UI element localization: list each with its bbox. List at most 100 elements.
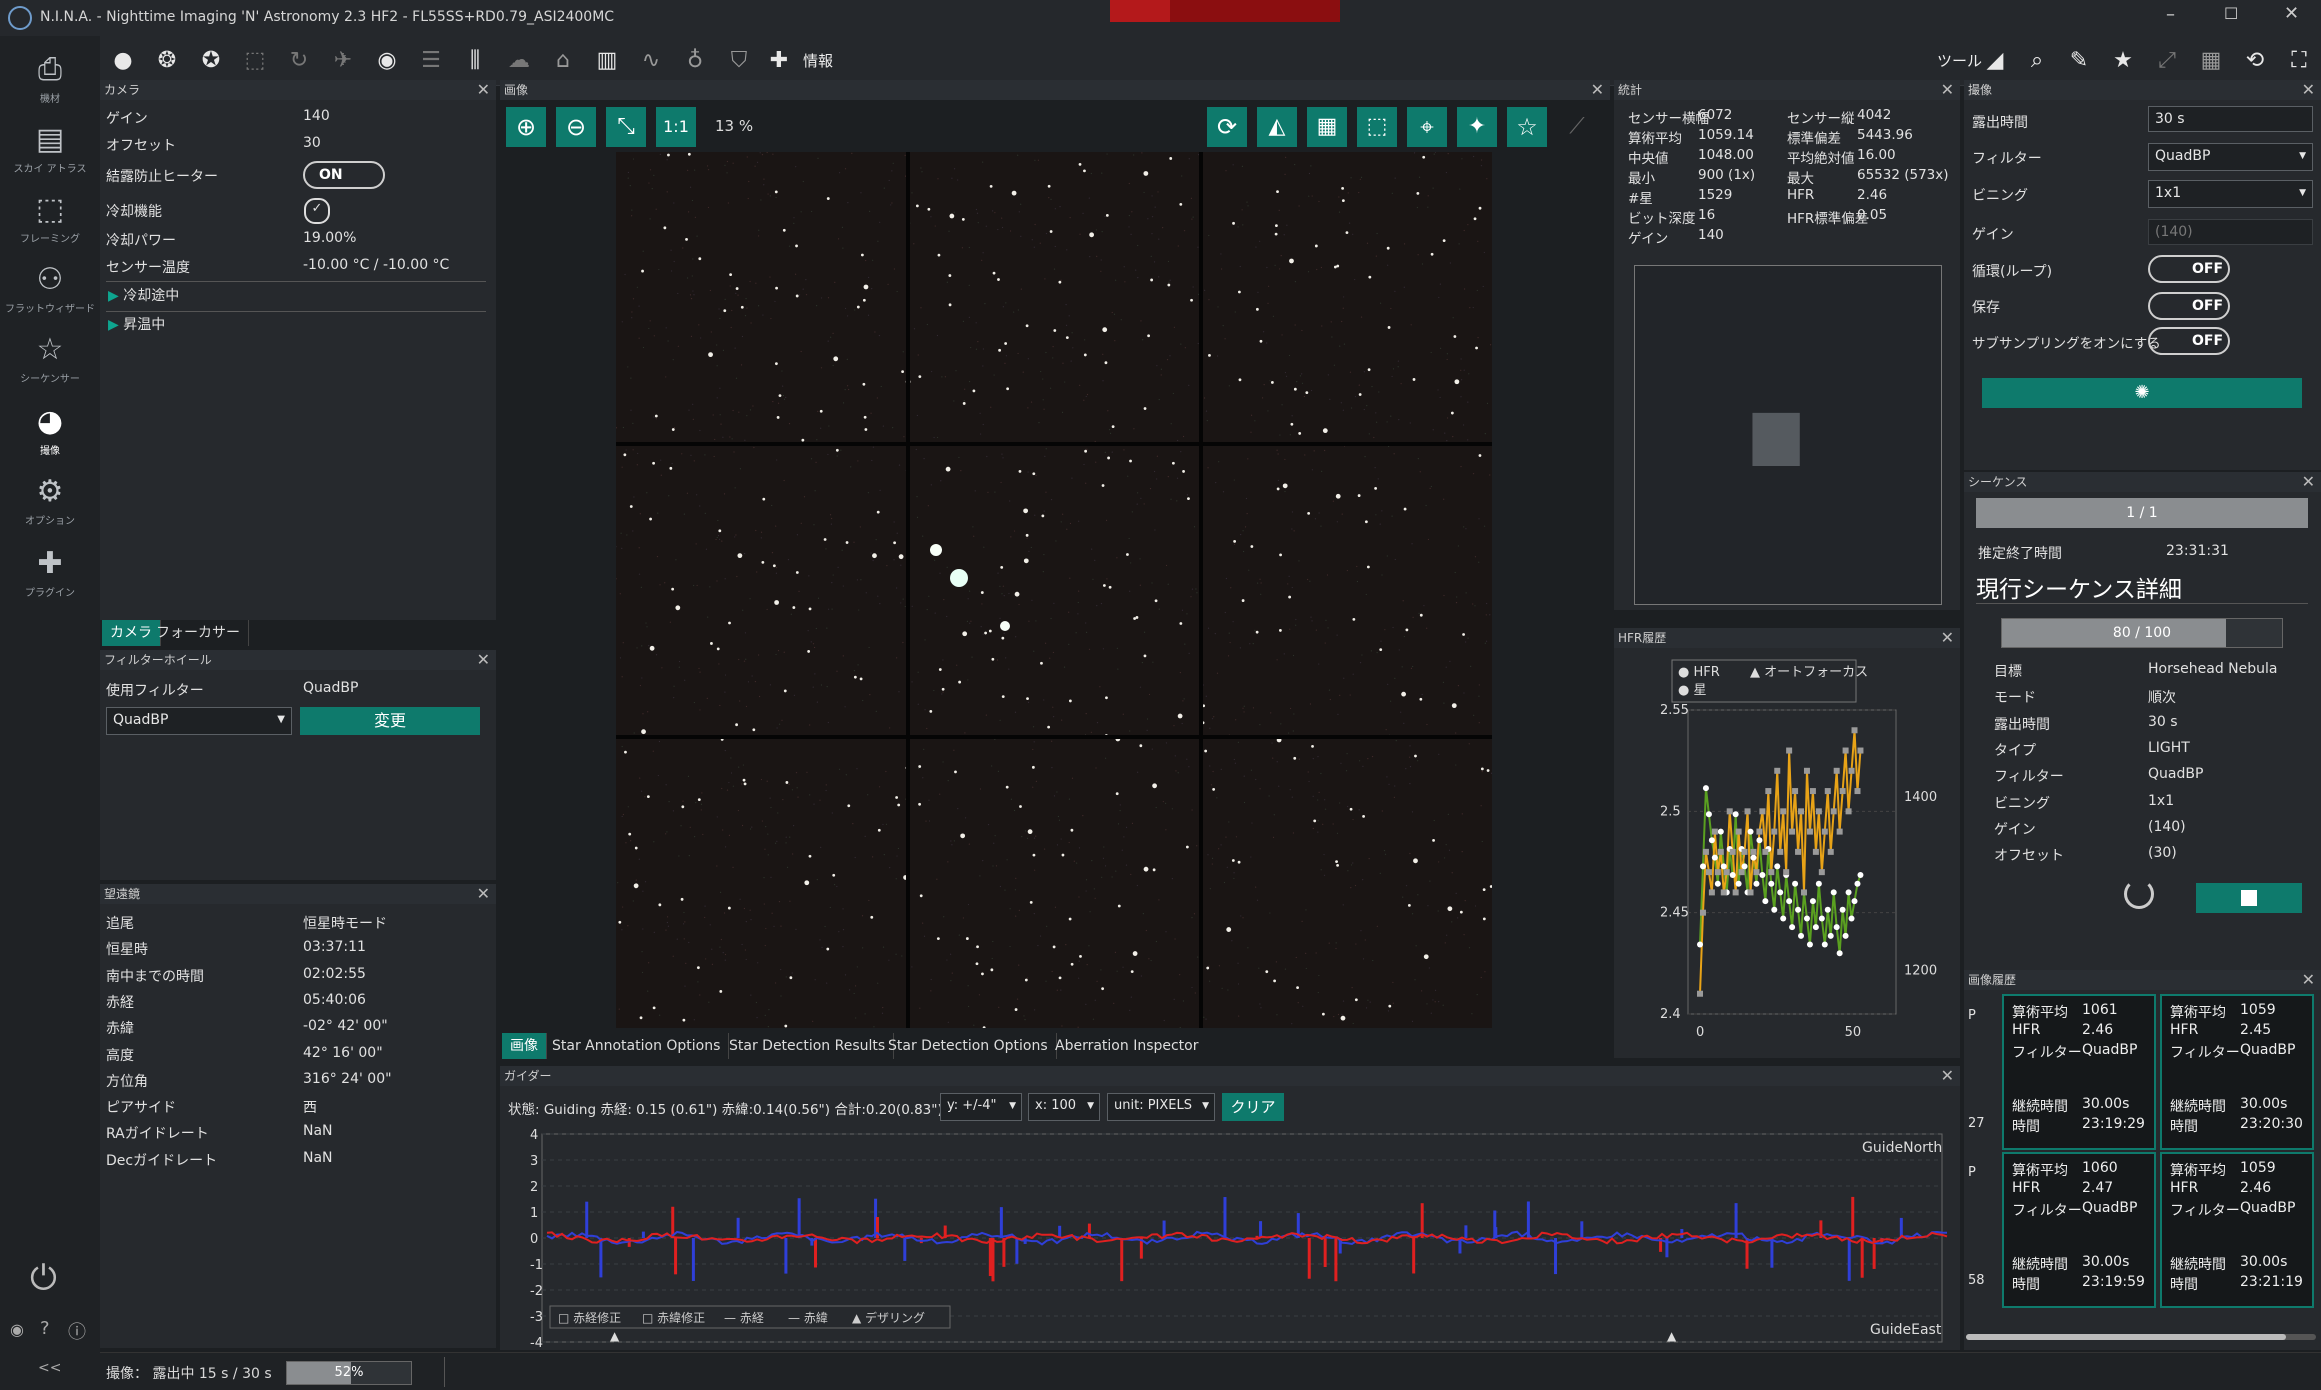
- close-icon[interactable]: ✕: [1941, 80, 1954, 100]
- zoom-out-button[interactable]: ⊖: [556, 107, 596, 147]
- close-icon[interactable]: ✕: [1941, 628, 1954, 648]
- close-icon[interactable]: ✕: [1591, 80, 1604, 100]
- history-thumbnail[interactable]: 算術平均 1061 HFR 2.46 フィルター QuadBP 継続時間 30.00s 時間 23…: [2002, 994, 2156, 1150]
- crop-icon[interactable]: ⬚: [1357, 107, 1397, 147]
- start-capture-button[interactable]: ✺: [1982, 378, 2302, 408]
- tab-star-detection-results[interactable]: Star Detection Results: [721, 1033, 895, 1059]
- close-icon[interactable]: ✕: [2302, 80, 2315, 100]
- guider-x-scale-select[interactable]: x: 100 ▼: [1028, 1093, 1100, 1121]
- about-icon[interactable]: ⓘ: [68, 1318, 86, 1344]
- history-thumbnail[interactable]: 算術平均 1059 HFR 2.46 フィルター QuadBP 継続時間 30.00s 時間 23…: [2160, 1152, 2314, 1308]
- tab-star-detection-options[interactable]: Star Detection Options: [880, 1033, 1057, 1059]
- close-icon[interactable]: ✕: [1941, 1066, 1954, 1086]
- crosshair-icon[interactable]: ⌖: [1407, 107, 1447, 147]
- captured-image[interactable]: [616, 152, 1492, 1028]
- focuser-status-icon[interactable]: ✪: [198, 48, 224, 74]
- grid-overlay-icon[interactable]: ▦: [1307, 107, 1347, 147]
- bulb-status-icon[interactable]: ♁: [682, 48, 708, 74]
- history-scrollbar[interactable]: [1966, 1334, 2316, 1340]
- star-detection-icon[interactable]: ☆: [1507, 107, 1547, 147]
- sidebar-item-flat-wizard[interactable]: ⚇ フラットウィザード: [4, 260, 96, 315]
- weather-status-icon[interactable]: ☁: [506, 48, 532, 74]
- telescope-status-icon[interactable]: ✈: [330, 48, 356, 74]
- graph-tool-icon[interactable]: ⤢: [2154, 48, 2180, 74]
- brush-icon[interactable]: ✎: [2066, 48, 2092, 74]
- star: [1279, 629, 1282, 632]
- grid-tool-icon[interactable]: ▦: [2198, 48, 2224, 74]
- collapse-sidebar-button[interactable]: <<: [38, 1360, 61, 1376]
- power-icon[interactable]: ⏻: [30, 1258, 57, 1298]
- zoom-in-button[interactable]: ⊕: [506, 107, 546, 147]
- history-icon[interactable]: ⟲: [2242, 48, 2268, 74]
- flat-device-status-icon[interactable]: ⫼: [462, 48, 488, 74]
- fit-to-screen-button[interactable]: ⤡: [606, 107, 646, 147]
- loop-toggle[interactable]: OFF: [2148, 255, 2230, 283]
- rotate-icon[interactable]: ⟳: [1207, 107, 1247, 147]
- magic-wand-icon[interactable]: ✦: [1457, 107, 1497, 147]
- history-label: フィルター: [2012, 1203, 2082, 1219]
- zoom-level: 13 %: [715, 117, 754, 135]
- history-thumbnail[interactable]: 算術平均 1059 HFR 2.45 フィルター QuadBP 継続時間 30.00s 時間 23…: [2160, 994, 2314, 1150]
- sidebar-item-imaging[interactable]: ◕ 撮像: [4, 402, 96, 457]
- sidebar-item-skyatlas[interactable]: ▤ スカイ アトラス: [4, 120, 96, 175]
- close-icon[interactable]: ✕: [2302, 472, 2315, 492]
- tab-image[interactable]: 画像: [502, 1033, 547, 1059]
- close-icon[interactable]: ✕: [477, 884, 490, 904]
- switch-status-icon[interactable]: ☰: [418, 48, 444, 74]
- info-label[interactable]: 情報: [803, 50, 833, 71]
- minimize-button[interactable]: –: [2166, 4, 2175, 25]
- dome-status-icon[interactable]: ↻: [286, 48, 312, 74]
- subsample-toggle[interactable]: OFF: [2148, 327, 2230, 355]
- sidebar-item-equipment[interactable]: ⎙ 機材: [4, 50, 96, 105]
- safety-status-icon[interactable]: ⛉: [726, 48, 752, 74]
- tab-focuser[interactable]: フォーカサー: [148, 620, 249, 646]
- chart-status-icon[interactable]: ▥: [594, 48, 620, 74]
- observatory-status-icon[interactable]: ⌂: [550, 48, 576, 74]
- cooling-expander[interactable]: ▶ 冷却途中: [108, 285, 179, 305]
- ruler-icon[interactable]: ⟋: [1557, 107, 1597, 147]
- eye-icon[interactable]: ◉: [10, 1320, 24, 1339]
- stat-value: 5443.96: [1857, 127, 1913, 143]
- one-to-one-button[interactable]: 1:1: [656, 107, 696, 147]
- imaging-filter-select[interactable]: QuadBP ▼: [2148, 143, 2313, 171]
- sidebar-item-framing[interactable]: ⬚ フレーミング: [4, 190, 96, 245]
- screen-tool-icon[interactable]: ⛶: [2286, 48, 2312, 74]
- guider-status-icon[interactable]: ◉: [374, 48, 400, 74]
- close-icon[interactable]: ✕: [2302, 970, 2315, 990]
- history-thumbnail[interactable]: 算術平均 1060 HFR 2.47 フィルター QuadBP 継続時間 30.00s 時間 23…: [2002, 1152, 2156, 1308]
- sidebar-item-plugins[interactable]: ✚ プラグイン: [4, 544, 96, 599]
- star-icon[interactable]: ★: [2110, 48, 2136, 74]
- flip-icon[interactable]: ◭: [1257, 107, 1297, 147]
- maximize-button[interactable]: ☐: [2224, 4, 2238, 23]
- imaging-gain-input[interactable]: (140): [2148, 219, 2313, 245]
- filter-select[interactable]: QuadBP ▼: [106, 707, 292, 735]
- wave-status-icon[interactable]: ∿: [638, 48, 664, 74]
- guide-correction-bar: [641, 1231, 645, 1238]
- rotator-status-icon[interactable]: ⬚: [242, 48, 268, 74]
- dew-heater-toggle[interactable]: ON: [303, 161, 385, 189]
- tab-star-annotation[interactable]: Star Annotation Options: [544, 1033, 730, 1059]
- close-window-button[interactable]: ✕: [2284, 3, 2299, 24]
- sidebar-item-options[interactable]: ⚙ オプション: [4, 472, 96, 527]
- save-toggle[interactable]: OFF: [2148, 292, 2230, 320]
- camera-status-icon[interactable]: ●: [110, 48, 136, 74]
- search-icon[interactable]: ⌕: [2024, 48, 2050, 74]
- filterwheel-status-icon[interactable]: ❂: [154, 48, 180, 74]
- stop-sequence-button[interactable]: [2196, 883, 2302, 913]
- guider-unit-select[interactable]: unit: PIXELS ▼: [1107, 1093, 1215, 1121]
- guider-y-scale-select[interactable]: y: +/-4" ▼: [940, 1093, 1022, 1121]
- guide-y-tick: 1: [530, 1206, 538, 1221]
- warming-expander[interactable]: ▶ 昇温中: [108, 314, 165, 334]
- sidebar-item-sequencer[interactable]: ☆ シーケンサー: [4, 330, 96, 385]
- help-icon[interactable]: ?: [40, 1318, 50, 1339]
- close-icon[interactable]: ✕: [477, 650, 490, 670]
- pen-tool-icon[interactable]: ◢: [1982, 48, 2008, 74]
- imaging-binning-select[interactable]: 1x1 ▼: [2148, 180, 2313, 208]
- plugin-info-icon[interactable]: ✚: [766, 48, 792, 74]
- change-filter-button[interactable]: 変更: [300, 707, 480, 735]
- tools-label[interactable]: ツール: [1937, 50, 1982, 71]
- tab-aberration-inspector[interactable]: Aberration Inspector: [1047, 1033, 1207, 1059]
- exposure-time-input[interactable]: 30 s: [2148, 106, 2313, 132]
- close-icon[interactable]: ✕: [477, 80, 490, 100]
- clear-guide-graph-button[interactable]: クリア: [1222, 1093, 1284, 1121]
